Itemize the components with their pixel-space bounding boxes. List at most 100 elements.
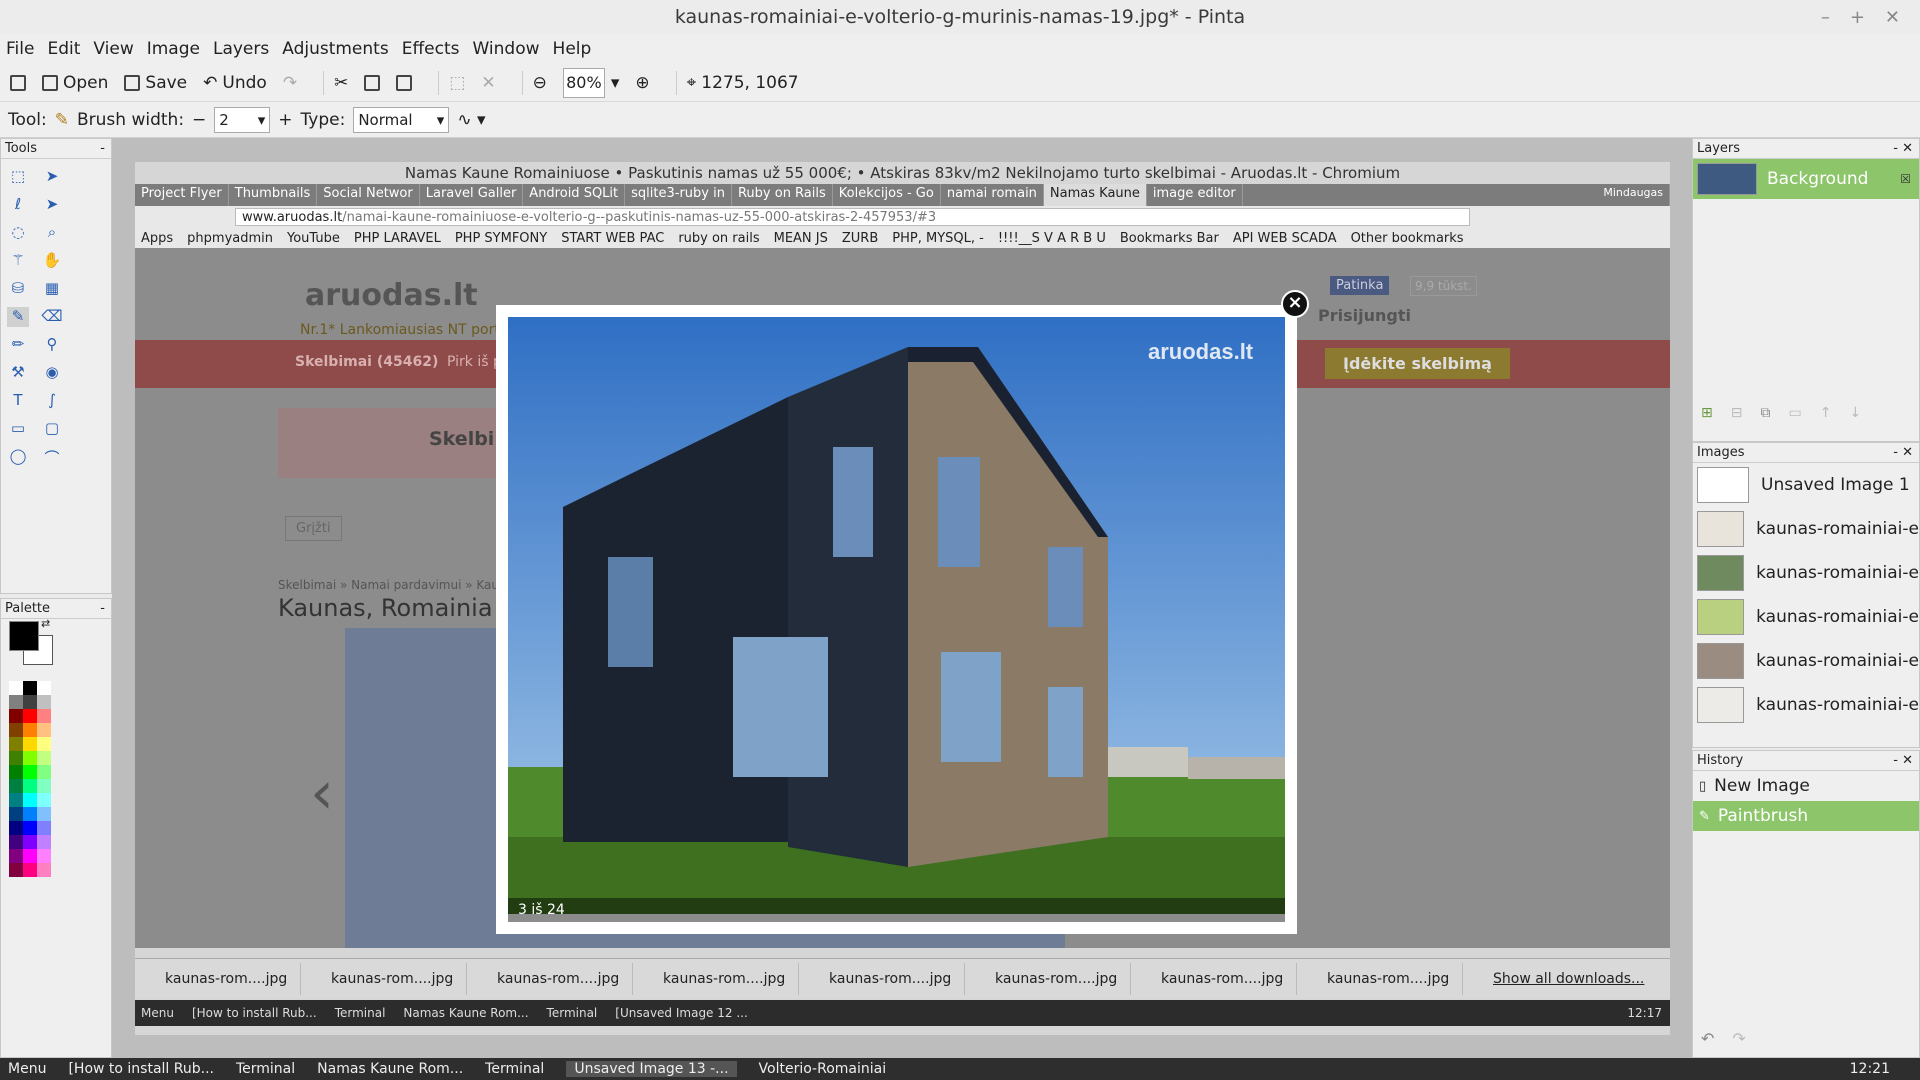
swatch[interactable] (9, 681, 23, 695)
swatch[interactable] (23, 821, 37, 835)
primary-color[interactable] (9, 621, 39, 651)
menu-file[interactable]: File (6, 39, 34, 59)
menu-image[interactable]: Image (147, 39, 200, 59)
paste-button[interactable] (396, 74, 413, 91)
swatch[interactable] (37, 849, 51, 863)
rounded-rectangle-icon[interactable]: ▢ (41, 419, 63, 439)
save-button[interactable]: Save (124, 73, 187, 93)
swatch[interactable] (23, 849, 37, 863)
taskbar-item[interactable]: Volterio-Romainiai (759, 1061, 887, 1077)
swatch[interactable] (37, 765, 51, 779)
move-up-icon[interactable]: ↑ (1820, 405, 1832, 421)
ellipse-icon[interactable]: ◯ (7, 447, 29, 467)
panel-controls[interactable]: - ✕ (1893, 443, 1913, 462)
zoom-icon[interactable]: ⌕ (41, 223, 63, 243)
swatch[interactable] (23, 779, 37, 793)
image-item[interactable]: kaunas-romainiai-e (1693, 595, 1919, 639)
rectangle-select-icon[interactable]: ⬚ (7, 167, 29, 187)
line-curve-icon[interactable]: ∫ (41, 391, 63, 411)
type-select[interactable]: Normal ▾ (353, 106, 450, 133)
swatch[interactable] (37, 695, 51, 709)
swatch[interactable] (9, 863, 23, 877)
swatch[interactable] (9, 737, 23, 751)
swatch[interactable] (37, 751, 51, 765)
swatch[interactable] (23, 723, 37, 737)
redo-button[interactable]: ↷ (283, 73, 297, 93)
swatch[interactable] (9, 723, 23, 737)
swatch[interactable] (37, 779, 51, 793)
swatch[interactable] (23, 751, 37, 765)
image-item[interactable]: Unsaved Image 1 (1693, 463, 1919, 507)
minimize-icon[interactable]: – (1821, 7, 1830, 28)
add-layer-icon[interactable]: ⊞ (1701, 405, 1713, 421)
swatch[interactable] (23, 695, 37, 709)
menu-edit[interactable]: Edit (47, 39, 80, 59)
layer-row[interactable]: Background ☒ (1693, 159, 1919, 199)
image-item[interactable]: kaunas-romainiai-e (1693, 507, 1919, 551)
menu-help[interactable]: Help (553, 39, 592, 59)
swatch[interactable] (23, 737, 37, 751)
swatch[interactable] (9, 695, 23, 709)
paint-bucket-icon[interactable]: ⛁ (7, 279, 29, 299)
menu-view[interactable]: View (93, 39, 133, 59)
pan-icon[interactable]: ✋ (41, 251, 63, 271)
decrease-icon[interactable]: − (192, 110, 206, 130)
new-button[interactable] (10, 74, 26, 91)
zoom-in-button[interactable]: ⊕ (635, 73, 649, 93)
close-icon[interactable]: ✕ (1885, 7, 1900, 28)
lasso-select-icon[interactable]: ℓ (7, 195, 29, 215)
duplicate-layer-icon[interactable]: ⧉ (1760, 405, 1770, 421)
swatch[interactable] (23, 835, 37, 849)
zoom-out-button[interactable]: ⊖ (533, 73, 547, 93)
rectangle-icon[interactable]: ▭ (7, 419, 29, 439)
cut-button[interactable]: ✂ (334, 73, 348, 93)
swatch[interactable] (37, 709, 51, 723)
swatch[interactable] (9, 779, 23, 793)
swatch[interactable] (9, 751, 23, 765)
zoom-input[interactable]: 80% (562, 67, 605, 98)
crop-button[interactable]: ⬚ (449, 73, 465, 93)
swatch[interactable] (9, 793, 23, 807)
swatch[interactable] (9, 709, 23, 723)
swatch[interactable] (37, 737, 51, 751)
swatch[interactable] (37, 863, 51, 877)
taskbar-item[interactable]: Namas Kaune Rom... (317, 1061, 463, 1077)
panel-controls[interactable]: - ✕ (1893, 139, 1913, 158)
delete-layer-icon[interactable]: ⊟ (1731, 405, 1743, 421)
swatch[interactable] (37, 821, 51, 835)
taskbar-item[interactable]: Terminal (485, 1061, 544, 1077)
swatch[interactable] (9, 849, 23, 863)
antialias-icon[interactable]: ∿ ▾ (457, 110, 485, 130)
image-item[interactable]: kaunas-romainiai-e (1693, 683, 1919, 727)
freeform-shape-icon[interactable]: ⌒ (41, 447, 63, 467)
collapse-icon[interactable]: - (100, 139, 105, 158)
swatch[interactable] (9, 765, 23, 779)
start-menu-button[interactable]: Menu (8, 1061, 46, 1077)
swatch[interactable] (37, 835, 51, 849)
taskbar-item[interactable]: [How to install Rub... (68, 1061, 214, 1077)
swatch[interactable] (37, 793, 51, 807)
swatch[interactable] (23, 807, 37, 821)
image-item[interactable]: kaunas-romainiai-e (1693, 639, 1919, 683)
undo-button[interactable]: ↶ Undo (203, 73, 267, 93)
menu-adjustments[interactable]: Adjustments (282, 39, 388, 59)
image-item[interactable]: kaunas-romainiai-e (1693, 551, 1919, 595)
swatch[interactable] (23, 681, 37, 695)
swatch[interactable] (23, 793, 37, 807)
eraser-icon[interactable]: ⌫ (41, 307, 63, 327)
move-selected-icon[interactable]: ➤ (41, 167, 63, 187)
recolor-icon[interactable]: ◉ (41, 363, 63, 383)
panel-controls[interactable]: - ✕ (1893, 751, 1913, 770)
collapse-icon[interactable]: - (100, 599, 105, 618)
history-item[interactable]: ▯ New Image (1693, 771, 1919, 801)
swatch[interactable] (23, 709, 37, 723)
merge-layer-icon[interactable]: ▭ (1788, 405, 1801, 421)
text-icon[interactable]: T (7, 391, 29, 411)
pencil-icon[interactable]: ✏ (7, 335, 29, 355)
swatch[interactable] (23, 863, 37, 877)
swatch[interactable] (9, 807, 23, 821)
brush-width-input[interactable]: 2 ▾ (214, 106, 271, 133)
maximize-icon[interactable]: + (1850, 7, 1865, 28)
swatch[interactable] (23, 765, 37, 779)
layer-visibility-icon[interactable]: ☒ (1900, 172, 1911, 186)
